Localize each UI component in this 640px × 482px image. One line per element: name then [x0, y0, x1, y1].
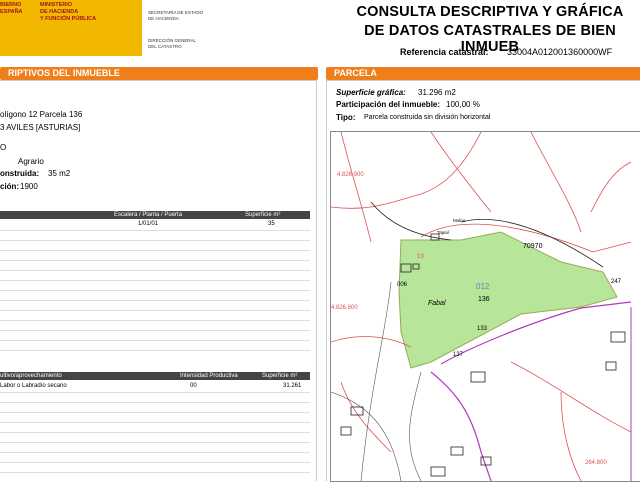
superficie-label: Superficie gráfica: — [336, 88, 406, 97]
col-intensidad: Intensidad Productiva — [180, 373, 238, 379]
table-rule — [0, 280, 310, 281]
coord-bottom-label: 264.800 — [585, 460, 607, 466]
table-rule — [0, 412, 310, 413]
construida-label: onstruida: — [0, 169, 40, 178]
logo-ministerio-text: MINISTERIO DE HACIENDA Y FUNCIÓN PÚBLICA — [40, 2, 97, 22]
building — [470, 371, 486, 383]
construida-value: 35 m2 — [48, 169, 71, 178]
red-boundary — [530, 132, 582, 233]
building — [480, 456, 492, 466]
coord-top-label: 4.826.900 — [337, 172, 364, 178]
table-rule — [0, 330, 310, 331]
table-rule — [0, 392, 310, 393]
ref-13-label: 13 — [417, 254, 424, 260]
molino-label: Molno — [453, 218, 466, 223]
parcel-70970-label: 70970 — [523, 243, 543, 250]
construccion-table-header: Escalera / Planta / Puerta Superficie m² — [0, 211, 310, 219]
address-line2: 3 AVILES [ASTURIAS] — [0, 123, 81, 132]
table-rule — [0, 290, 310, 291]
direccion-text: DIRECCIÓN GENERAL DEL CATASTRO — [148, 38, 197, 49]
tipo-label: Tipo: — [336, 113, 356, 122]
table-rule — [0, 442, 310, 443]
table-rule — [0, 472, 310, 473]
red-boundary — [340, 132, 372, 243]
red-boundary — [590, 161, 632, 213]
table-rule — [0, 260, 310, 261]
coord-mid-label: 4.826.800 — [331, 305, 358, 311]
superficie-value: 31.296 m2 — [418, 88, 456, 97]
col-cultivo: ultivo/aprovechamiento — [0, 373, 62, 379]
table-rule — [0, 340, 310, 341]
parcel-136-label: 136 — [478, 296, 490, 303]
table-rule — [0, 432, 310, 433]
participacion-value: 100,00 % — [446, 100, 480, 109]
uso-value: Agrario — [18, 157, 44, 166]
col-superficie-cultivo: Superficie m² — [262, 373, 298, 379]
parcel-137-label: 137 — [453, 352, 464, 358]
red-boundary — [430, 132, 492, 213]
table-rule — [0, 350, 310, 351]
building — [340, 426, 352, 436]
parcel-number-label: 012 — [476, 282, 490, 291]
building — [450, 446, 464, 456]
table-rule — [0, 250, 310, 251]
address-line1: olígono 12 Parcela 136 — [0, 110, 83, 119]
table-rule — [0, 452, 310, 453]
table-rule — [0, 270, 310, 271]
cultivo-row-intensidad: 00 — [190, 383, 197, 389]
red-boundary — [331, 336, 412, 348]
table-rule — [0, 240, 310, 241]
paraje-label: Fabal — [428, 300, 446, 307]
table-rule — [0, 310, 310, 311]
anio-label: ción: — [0, 182, 20, 191]
building — [605, 361, 617, 371]
col-escalera: Escalera / Planta / Puerta — [114, 212, 183, 218]
construccion-row-planta: 1/01/01 — [138, 221, 159, 227]
ref-catastral-label: Referencia catastral: — [400, 47, 489, 57]
building — [610, 331, 626, 343]
red-boundary — [560, 391, 582, 481]
parcel-133-label: 133 — [477, 326, 488, 332]
section-bar-parcela: PARCELA — [326, 67, 640, 80]
table-rule — [0, 320, 310, 321]
table-rule — [0, 462, 310, 463]
road-line — [360, 281, 392, 481]
table-rule — [0, 402, 310, 403]
cultivo-row-sup: 31.261 — [283, 383, 302, 389]
secretaria-text: SECRETARÍA DE ESTADO DE HACIENDA — [148, 10, 204, 21]
document-title-line1: CONSULTA DESCRIPTIVA Y GRÁFICA — [356, 4, 624, 20]
building — [430, 466, 446, 477]
ref-catastral-value: 33004A012001360000WF — [507, 47, 613, 57]
map-svg — [331, 132, 632, 481]
logo-gobierno-text: BIERNO ESPAÑA — [0, 2, 23, 15]
cultivo-row-name: Labor o Labradío secano — [0, 383, 67, 389]
red-boundary — [340, 381, 392, 453]
road-line — [331, 391, 402, 481]
cadastral-map[interactable]: 4.826.900 4.826.800 264.800 012 136 Faba… — [330, 131, 640, 482]
cultivo-table-header: ultivo/aprovechamiento Intensidad Produc… — [0, 372, 310, 380]
anio-value: 1900 — [20, 182, 38, 191]
construccion-row-sup: 35 — [268, 221, 275, 227]
tapial-label: Tapial — [437, 230, 449, 235]
parcel-247-label: 247 — [611, 279, 622, 285]
clase-fragment: O — [0, 143, 7, 152]
red-boundary — [510, 361, 632, 433]
col-superficie: Superficie m² — [245, 212, 281, 218]
section-bar-inmueble: RIPTIVOS DEL INMUEBLE — [0, 67, 318, 80]
table-rule — [0, 422, 310, 423]
table-rule — [0, 300, 310, 301]
tipo-value: Parcela construida sin división horizont… — [364, 114, 491, 121]
participacion-label: Participación del inmueble: — [336, 100, 441, 109]
road-line — [409, 371, 422, 481]
table-rule — [0, 230, 310, 231]
parcel-006-label: 006 — [397, 282, 408, 288]
